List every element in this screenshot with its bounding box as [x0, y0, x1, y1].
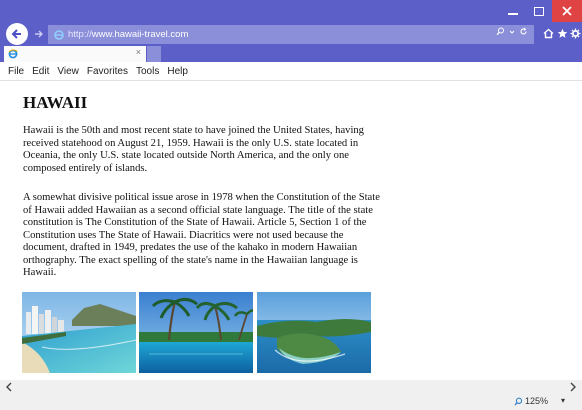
- chevron-right-icon: [570, 382, 576, 392]
- navigation-bar: http://www.hawaii-travel.com: [0, 22, 582, 46]
- status-bar: 125% ▾: [0, 394, 582, 410]
- close-icon: [562, 6, 572, 16]
- scroll-left-button[interactable]: [2, 380, 16, 394]
- favorites-button[interactable]: [555, 26, 569, 40]
- menu-edit[interactable]: Edit: [32, 66, 49, 77]
- maximize-button[interactable]: [526, 0, 552, 22]
- search-icon[interactable]: [496, 27, 505, 36]
- zoom-control[interactable]: 125%: [514, 396, 548, 406]
- address-bar[interactable]: http://www.hawaii-travel.com: [48, 25, 534, 44]
- home-icon: [543, 28, 553, 38]
- gear-icon: [570, 28, 580, 38]
- new-tab-button[interactable]: [147, 46, 161, 62]
- menu-help[interactable]: Help: [167, 66, 188, 77]
- menu-file[interactable]: File: [8, 66, 24, 77]
- close-button[interactable]: [552, 0, 582, 22]
- scroll-right-button[interactable]: [566, 380, 580, 394]
- palm-trees-photo: [139, 292, 253, 373]
- page-content: HAWAII Hawaii is the 50th and most recen…: [0, 81, 582, 380]
- home-button[interactable]: [541, 26, 555, 40]
- menu-view[interactable]: View: [57, 66, 79, 77]
- chevron-left-icon: [6, 382, 12, 392]
- horizontal-scrollbar[interactable]: [0, 380, 582, 394]
- tab-bar: ×: [0, 46, 582, 62]
- ie-logo-icon: [54, 29, 64, 40]
- forward-button[interactable]: [32, 26, 46, 42]
- island-coast-photo: [257, 292, 371, 373]
- browser-window: http://www.hawaii-travel.com × File Edit…: [0, 0, 582, 410]
- language-paragraph: A somewhat divisive political issue aros…: [23, 192, 380, 278]
- tab-close-button[interactable]: ×: [136, 47, 141, 57]
- zoom-icon: [514, 397, 523, 405]
- back-arrow-icon: [11, 29, 21, 39]
- minimize-button[interactable]: [500, 0, 526, 22]
- zoom-dropdown-button[interactable]: ▾: [561, 396, 565, 405]
- refresh-icon[interactable]: [519, 27, 528, 36]
- maximize-icon: [534, 6, 544, 16]
- menu-favorites[interactable]: Favorites: [87, 66, 128, 77]
- tools-button[interactable]: [568, 26, 582, 40]
- favorites-star-icon: [557, 28, 567, 38]
- minimize-icon: [508, 13, 518, 15]
- ie-favicon-icon: [8, 49, 18, 59]
- url-text: http://www.hawaii-travel.com: [68, 29, 188, 40]
- page-title: HAWAII: [23, 93, 88, 112]
- zoom-level: 125%: [525, 396, 549, 406]
- intro-paragraph: Hawaii is the 50th and most recent state…: [23, 125, 364, 174]
- url-prefix: http://: [68, 29, 92, 40]
- forward-arrow-icon: [35, 30, 43, 38]
- waikiki-beach-photo: [22, 292, 136, 373]
- search-dropdown-icon[interactable]: [509, 27, 515, 36]
- back-button[interactable]: [6, 23, 28, 45]
- menu-bar: File Edit View Favorites Tools Help: [0, 62, 582, 81]
- url-host: www.hawaii-travel.com: [91, 29, 189, 40]
- tab-hawaii-travel[interactable]: ×: [4, 46, 146, 62]
- menu-tools[interactable]: Tools: [136, 66, 159, 77]
- address-bar-icons: [496, 27, 528, 36]
